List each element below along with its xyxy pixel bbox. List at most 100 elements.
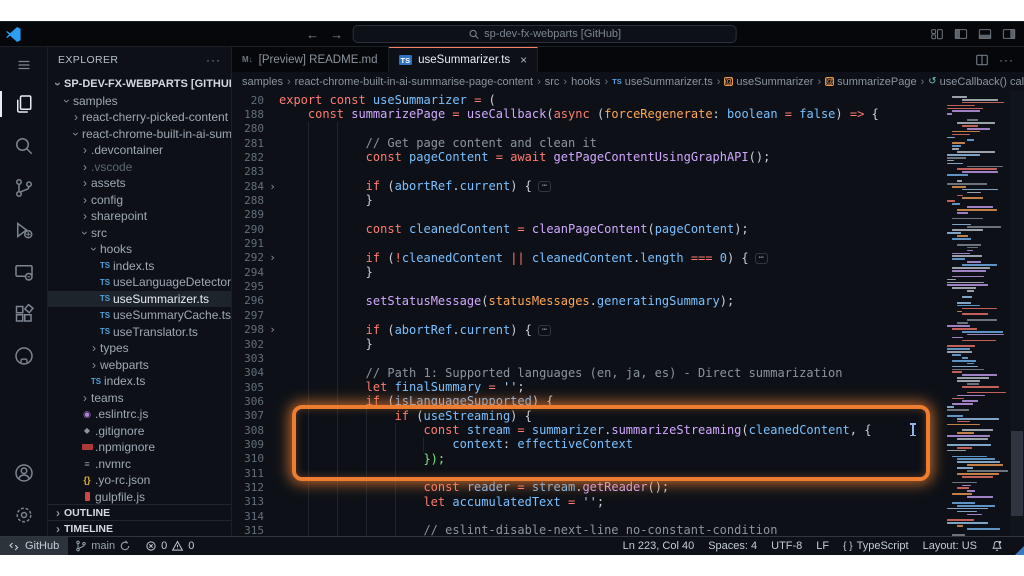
code-line-294[interactable]: 294} [232,265,1024,279]
code-line-292[interactable]: 292›if (!cleanedContent || cleanedConten… [232,251,1024,265]
code-line-290[interactable]: 290const cleanedContent = cleanPageConte… [232,222,1024,236]
tree-item-teams[interactable]: ›teams [48,390,231,407]
tree-item-usesummarycache-ts[interactable]: TSuseSummaryCache.ts [48,307,231,324]
code-line-308[interactable]: 308const stream = summarizer.summarizeSt… [232,423,1024,437]
code-line-314[interactable]: 314 [232,509,1024,523]
code-editor[interactable]: 20export const useSummarizer = (188const… [232,91,1024,536]
remote-indicator[interactable]: GitHub [0,537,68,555]
tree-item--nvmrc[interactable]: ≡.nvmrc [48,456,231,473]
code-line-281[interactable]: 281// Get page content and clean it [232,136,1024,150]
status-spaces-4[interactable]: Spaces: 4 [701,537,764,555]
code-line-304[interactable]: 304// Path 1: Supported languages (en, j… [232,366,1024,380]
code-line-298[interactable]: 298›if (abortRef.current) {⋯ [232,323,1024,337]
breadcrumb-item[interactable]: @summarizePage [825,76,916,88]
code-line-297[interactable]: 297 [232,308,1024,322]
code-line-295[interactable]: 295 [232,279,1024,293]
code-line-288[interactable]: 288} [232,193,1024,207]
fold-chevron-icon[interactable]: › [266,251,279,264]
code-line-282[interactable]: 282const pageContent = await getPageCont… [232,150,1024,164]
fold-chevron-icon[interactable]: › [266,180,279,193]
tree-item-hooks[interactable]: ›hooks [48,241,231,258]
folded-code-ellipsis[interactable]: ⋯ [538,325,551,336]
status-ln-223-col-40[interactable]: Ln 223, Col 40 [616,537,702,555]
branch-indicator[interactable]: main [68,537,138,555]
status-utf-8[interactable]: UTF-8 [764,537,809,555]
code-line-289[interactable]: 289 [232,208,1024,222]
activity-search[interactable] [0,125,47,167]
code-line-283[interactable]: 283 [232,165,1024,179]
minimap[interactable] [945,91,1009,536]
code-line-188[interactable]: 188const summarizePage = useCallback(asy… [232,107,1024,121]
tree-item-sp-dev-fx-webparts-github-[interactable]: ›SP-DEV-FX-WEBPARTS [GITHUB] [48,76,231,93]
status-lf[interactable]: LF [809,537,836,555]
activity-remote-explorer[interactable] [0,251,47,293]
tree-item--devcontainer[interactable]: ›.devcontainer [48,142,231,159]
breadcrumb-item[interactable]: ↺useCallback() callback [928,76,1024,88]
fold-chevron-icon[interactable]: › [266,323,279,336]
tree-item-sharepoint[interactable]: ›sharepoint [48,208,231,225]
nav-forward-icon[interactable]: → [329,27,345,42]
tree-item-uselanguagedetector-ts[interactable]: TSuseLanguageDetector.ts [48,274,231,291]
code-line-296[interactable]: 296setStatusMessage(statusMessages.gener… [232,294,1024,308]
code-line-303[interactable]: 303 [232,351,1024,365]
breadcrumb-item[interactable]: TSuseSummarizer.ts [612,76,713,88]
breadcrumb-item[interactable]: react-chrome-built-in-ai-summarise-page-… [295,76,533,88]
tree-item-react-cherry-picked-content[interactable]: ›react-cherry-picked-content [48,109,231,126]
outline-section[interactable]: ›OUTLINE [48,504,231,520]
activity-menu[interactable] [0,47,47,83]
command-center-search[interactable]: sp-dev-fx-webparts [GitHub] [353,25,737,43]
code-line-309[interactable]: 309context: effectiveContext [232,437,1024,451]
breadcrumb-item[interactable]: src [545,76,560,88]
tab-usesummarizer-ts[interactable]: TSuseSummarizer.ts× [389,47,539,72]
vscode-logo-icon[interactable] [5,26,22,43]
activity-source-control[interactable] [0,167,47,209]
customize-layout-icon[interactable] [930,27,944,41]
editor-more-icon[interactable]: ··· [999,53,1014,67]
activity-settings[interactable] [0,494,47,536]
code-line-315[interactable]: 315// eslint-disable-next-line no-consta… [232,523,1024,536]
tree-item-types[interactable]: ›types [48,340,231,357]
problems-indicator[interactable]: 0 0 [138,537,201,555]
tree-item--vscode[interactable]: ›.vscode [48,159,231,176]
folded-code-ellipsis[interactable]: ⋯ [538,181,551,192]
tree-item-index-ts[interactable]: TSindex.ts [48,373,231,390]
tree-item-react-chrome-built-in-ai-summarise-[interactable]: ›react-chrome-built-in-ai-summarise… [48,126,231,143]
status-bell[interactable] [984,537,1010,555]
tree-item-usesummarizer-ts[interactable]: TSuseSummarizer.ts [48,291,231,308]
code-line-307[interactable]: 307if (useStreaming) { [232,409,1024,423]
scrollbar-thumb[interactable] [1011,431,1023,516]
breadcrumb-item[interactable]: samples [242,76,283,88]
tab--preview-readme-md[interactable]: M↓[Preview] README.md [232,47,389,72]
status-typescript[interactable]: { }TypeScript [836,537,915,555]
scrollbar[interactable] [1010,91,1024,536]
toggle-sidebar-left-icon[interactable] [954,27,968,41]
tree-item-usetranslator-ts[interactable]: TSuseTranslator.ts [48,324,231,341]
code-line-311[interactable]: 311 [232,466,1024,480]
tree-item--yo-rc-json[interactable]: {}.yo-rc.json [48,472,231,489]
timeline-section[interactable]: ›TIMELINE [48,520,231,536]
status-layout-us[interactable]: Layout: US [916,537,984,555]
tree-item--npmignore[interactable]: .npmignore [48,439,231,456]
toggle-sidebar-right-icon[interactable] [1002,27,1016,41]
toggle-panel-icon[interactable] [978,27,992,41]
tree-item-config[interactable]: ›config [48,192,231,209]
code-line-313[interactable]: 313let accumulatedText = ''; [232,495,1024,509]
code-line-20[interactable]: 20export const useSummarizer = ( [232,93,1024,107]
split-editor-icon[interactable] [975,53,989,67]
tree-item-assets[interactable]: ›assets [48,175,231,192]
code-line-291[interactable]: 291 [232,236,1024,250]
breadcrumb-item[interactable]: hooks [571,76,600,88]
code-line-306[interactable]: 306if (isLanguageSupported) { [232,394,1024,408]
close-icon[interactable]: × [520,53,527,67]
activity-accounts[interactable] [0,452,47,494]
code-line-284[interactable]: 284›if (abortRef.current) {⋯ [232,179,1024,193]
activity-run-debug[interactable] [0,209,47,251]
tree-item--eslintrc-js[interactable]: ◉.eslintrc.js [48,406,231,423]
code-line-310[interactable]: 310}); [232,452,1024,466]
tree-item-index-ts[interactable]: TSindex.ts [48,258,231,275]
explorer-more-icon[interactable]: ··· [206,53,221,67]
breadcrumb-item[interactable]: @useSummarizer [724,76,813,88]
folded-code-ellipsis[interactable]: ⋯ [755,253,768,264]
nav-back-icon[interactable]: ← [305,27,321,42]
tree-item-gulpfile-js[interactable]: gulpfile.js [48,489,231,505]
